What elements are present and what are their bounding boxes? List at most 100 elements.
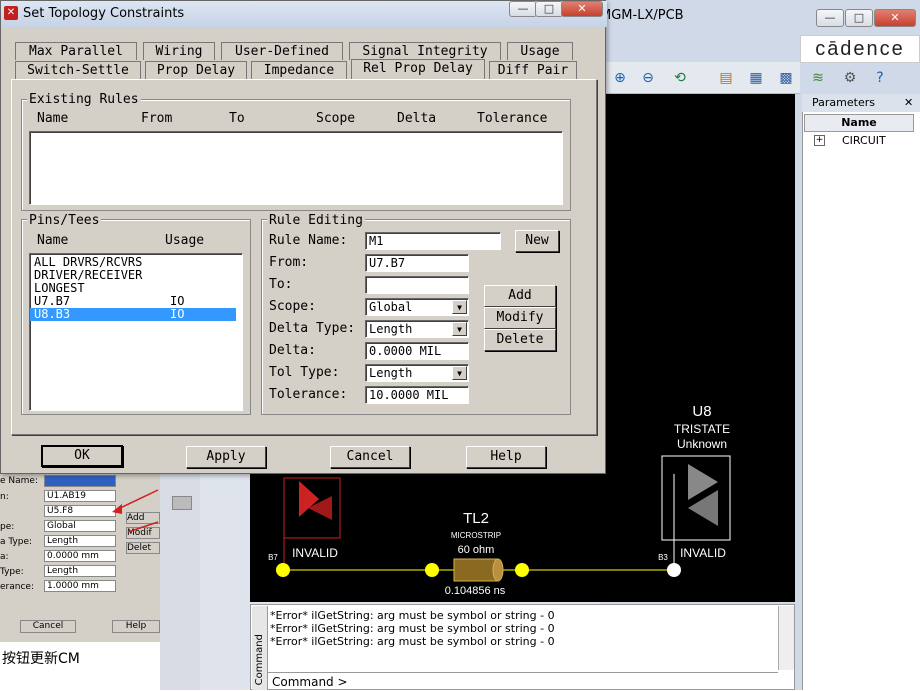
new-button[interactable]: New — [515, 230, 559, 252]
bg-field-tolerance[interactable]: 1.0000 mm — [44, 580, 116, 592]
list-item-selected[interactable]: U8.B3 IO — [30, 308, 236, 321]
bg-delete-button[interactable]: Delet — [126, 542, 160, 554]
command-prompt[interactable]: Command > — [268, 672, 778, 690]
ecm-icon[interactable]: ▦ — [744, 66, 768, 90]
maximize-button[interactable]: □ — [845, 9, 873, 27]
annotation-arrows — [112, 489, 159, 533]
app-icon: ✕ — [4, 6, 18, 20]
u8-pin-dot[interactable] — [667, 563, 681, 577]
zoom-out-icon[interactable]: ⊖ — [636, 66, 660, 90]
delete-button[interactable]: Delete — [484, 329, 556, 351]
tab-switch-settle[interactable]: Switch-Settle — [15, 61, 141, 79]
chevron-down-icon[interactable]: ▼ — [452, 366, 467, 380]
u7-pin-label: B7 — [268, 553, 278, 562]
chevron-down-icon[interactable]: ▼ — [452, 322, 467, 336]
tab-signal-integrity[interactable]: Signal Integrity — [349, 42, 501, 60]
parameters-panel — [802, 94, 920, 690]
tab-usage[interactable]: Usage — [507, 42, 573, 60]
bg-label: a: — [0, 552, 9, 562]
minimize-button[interactable]: — — [816, 9, 844, 27]
tab-diff-pair[interactable]: Diff Pair — [489, 61, 577, 79]
bg-cancel-button[interactable]: Cancel — [20, 620, 76, 633]
stack-icon[interactable]: ≋ — [806, 66, 830, 90]
pin-name: U8.B3 — [34, 307, 71, 321]
main-window-title: MGM-LX/PCB — [600, 8, 684, 23]
apply-button[interactable]: Apply — [186, 446, 266, 468]
u7-pin-dot[interactable] — [276, 563, 290, 577]
tab-rel-prop-delay[interactable]: Rel Prop Delay — [351, 59, 485, 79]
col-to: To — [229, 111, 245, 126]
add-button[interactable]: Add — [484, 285, 556, 307]
u8-outline — [661, 455, 731, 541]
delta-type-select[interactable]: Length ▼ — [365, 320, 469, 338]
tl2-ref: TL2 — [463, 510, 489, 527]
topology-dialog: ✕ Set Topology Constraints — □ ✕ Max Par… — [0, 0, 607, 474]
tl2-impedance: 60 ohm — [457, 544, 495, 556]
bg-field-tol-type[interactable]: Length — [44, 565, 116, 577]
tl2-body[interactable] — [453, 558, 499, 582]
tab-user-defined[interactable]: User-Defined — [221, 42, 343, 60]
help-button[interactable]: Help — [466, 446, 546, 468]
node-dot-right[interactable] — [515, 563, 529, 577]
tol-type-select[interactable]: Length ▼ — [365, 364, 469, 382]
tab-max-parallel[interactable]: Max Parallel — [15, 42, 137, 60]
pins-col-usage: Usage — [165, 233, 205, 248]
pins-tees-list[interactable]: ALL DRVRS/RCVRS DRIVER/RECEIVER LONGEST … — [29, 253, 243, 411]
rule-name-field[interactable]: M1 — [365, 232, 501, 250]
chevron-down-icon[interactable]: ▼ — [452, 300, 467, 314]
tab-impedance[interactable]: Impedance — [251, 61, 347, 79]
bg-caption: 按钮更新CM — [2, 651, 80, 667]
bg-help-button[interactable]: Help — [112, 620, 160, 633]
pin-name: ALL DRVRS/RCVRS — [34, 255, 143, 269]
col-from: From — [141, 111, 173, 126]
existing-rules-list[interactable] — [29, 131, 563, 205]
cancel-button[interactable]: Cancel — [330, 446, 410, 468]
close-button[interactable]: ✕ — [874, 9, 916, 27]
bg-field-to[interactable]: U5.F8 — [44, 505, 116, 517]
tol-type-value: Length — [369, 366, 413, 380]
bg-field-delta[interactable]: 0.0000 mm — [44, 550, 116, 562]
col-name: Name — [37, 111, 69, 126]
bg-label: a Type: — [0, 537, 33, 547]
dialog-close-button[interactable]: ✕ — [561, 1, 603, 17]
dialog-maximize-button[interactable]: □ — [535, 1, 563, 17]
bg-field-delta-type[interactable]: Length — [44, 535, 116, 547]
bg-field-scope[interactable]: Global — [44, 520, 116, 532]
bg-label: erance: — [0, 582, 34, 592]
help-icon[interactable]: ? — [868, 66, 892, 90]
u8-state: INVALID — [680, 546, 726, 560]
pin-name: LONGEST — [34, 281, 85, 295]
delta-label: Delta: — [269, 343, 316, 358]
zoom-fit-icon[interactable]: ⟲ — [668, 66, 692, 90]
delta-field[interactable]: 0.0000 MIL — [365, 342, 469, 360]
col-delta: Delta — [397, 111, 437, 126]
modify-button[interactable]: Modify — [484, 307, 556, 329]
node-dot-left[interactable] — [425, 563, 439, 577]
command-side-tab: Command — [252, 606, 268, 690]
scope-select[interactable]: Global ▼ — [365, 298, 469, 316]
dialog-minimize-button[interactable]: — — [509, 1, 537, 17]
bg-field-from[interactable]: U1.AB19 — [44, 490, 116, 502]
ok-button[interactable]: OK — [41, 445, 123, 467]
tl2-kind: MICROSTRIP — [450, 531, 502, 540]
to-field[interactable] — [365, 276, 469, 294]
from-field[interactable]: U7.B7 — [365, 254, 469, 272]
tolerance-field[interactable]: 10.0000 MIL — [365, 386, 469, 404]
parameters-title: Parameters — [802, 94, 920, 112]
parameters-row-circuit[interactable]: CIRCUIT — [842, 134, 886, 147]
report-icon[interactable]: ▤ — [714, 66, 738, 90]
bg-field-name[interactable] — [44, 475, 116, 487]
pins-tees-label: Pins/Tees — [27, 213, 102, 228]
bg-thumb-icon[interactable] — [172, 496, 192, 510]
command-scrollbar[interactable] — [778, 606, 794, 670]
tolerance-label: Tolerance: — [269, 387, 348, 402]
zoom-in-icon[interactable]: ⊕ — [608, 66, 632, 90]
tab-wiring[interactable]: Wiring — [143, 42, 215, 60]
ecm-table-icon[interactable]: ▩ — [774, 66, 798, 90]
expand-icon[interactable]: + — [814, 135, 825, 146]
col-scope: Scope — [316, 111, 356, 126]
parameters-close-icon[interactable]: ✕ — [904, 96, 913, 109]
tab-prop-delay[interactable]: Prop Delay — [145, 61, 247, 79]
parts-icon[interactable]: ⚙ — [838, 66, 862, 90]
pin-name: U7.B7 — [34, 294, 71, 308]
